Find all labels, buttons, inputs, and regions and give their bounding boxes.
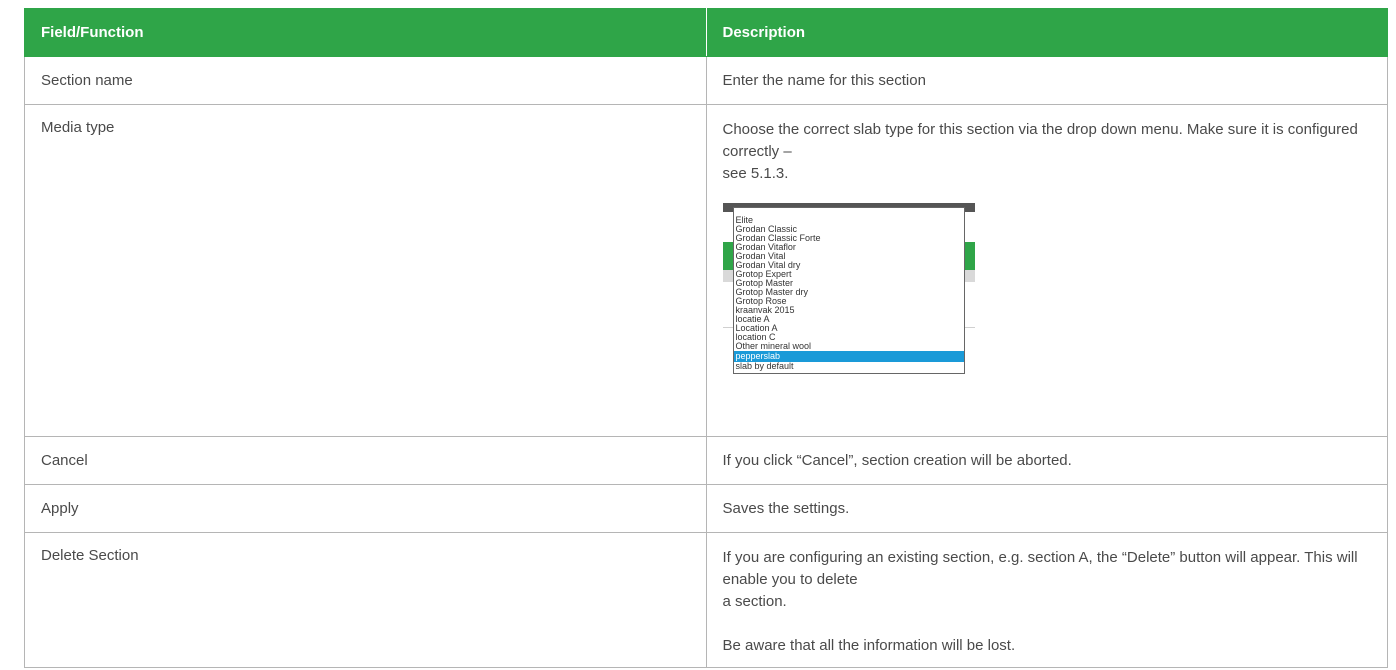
table-header-row: Field/Function Description: [24, 8, 1388, 57]
description-media-type: Choose the correct slab type for this se…: [705, 104, 1388, 437]
header-description: Description: [705, 8, 1388, 57]
description-text: Saves the settings.: [722, 499, 850, 517]
field-apply: Apply: [24, 484, 707, 533]
field-section-name: Section name: [24, 56, 707, 105]
media-type-dropdown-list[interactable]: Elite Grodan Classic Grodan Classic Forte G…: [732, 207, 965, 374]
table-row: Section name Enter the name for this sec…: [24, 56, 1388, 105]
description-text: a section.: [722, 593, 787, 610]
table-row: Delete Section If you are configuring an…: [24, 532, 1388, 668]
field-cancel: Cancel: [24, 436, 707, 485]
description-text: see 5.1.3.: [722, 165, 789, 182]
field-media-type: Media type: [24, 104, 707, 437]
dropdown-option[interactable]: slab by default: [734, 362, 964, 371]
description-text: Be aware that all the information will b…: [722, 637, 1016, 654]
description-text: If you are configuring an existing secti…: [722, 549, 1358, 588]
description-text: Enter the name for this section: [722, 71, 926, 89]
description-delete-section: If you are configuring an existing secti…: [705, 532, 1388, 668]
dropdown-option[interactable]: Other mineral wool: [734, 342, 964, 351]
table-row: Apply Saves the settings.: [24, 484, 1388, 533]
function-table: Field/Function Description Section name …: [24, 8, 1388, 668]
field-delete-section: Delete Section: [24, 532, 707, 668]
header-field-function: Field/Function: [24, 8, 707, 57]
table-row: Cancel If you click “Cancel”, section cr…: [24, 436, 1388, 485]
description-text: Choose the correct slab type for this se…: [722, 121, 1358, 160]
description-section-name: Enter the name for this section: [705, 56, 1388, 105]
media-type-dropdown-screenshot: Elite Grodan Classic Grodan Classic Forte G…: [722, 203, 975, 425]
description-cancel: If you click “Cancel”, section creation …: [705, 436, 1388, 485]
table-row: Media type Choose the correct slab type …: [24, 104, 1388, 437]
description-text: If you click “Cancel”, section creation …: [722, 451, 1072, 469]
description-apply: Saves the settings.: [705, 484, 1388, 533]
